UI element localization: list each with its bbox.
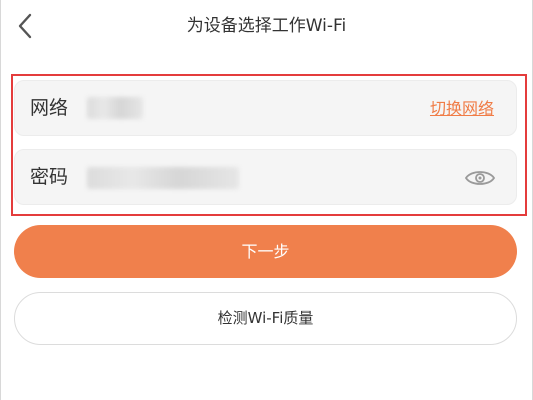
next-step-button[interactable]: 下一步: [14, 225, 517, 278]
check-wifi-quality-button[interactable]: 检测Wi-Fi质量: [14, 292, 517, 345]
left-edge-divider: [0, 0, 1, 400]
page-title: 为设备选择工作Wi-Fi: [186, 16, 347, 36]
header-bar: 为设备选择工作Wi-Fi: [0, 0, 533, 56]
highlight-annotation-box: [11, 74, 527, 216]
